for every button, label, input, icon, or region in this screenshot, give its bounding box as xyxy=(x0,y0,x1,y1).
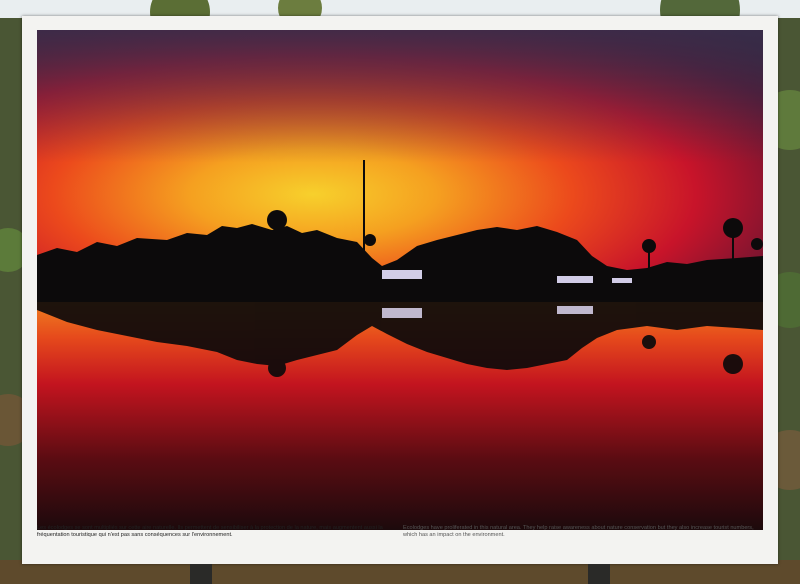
sunset-photograph xyxy=(37,30,763,530)
board-post-left xyxy=(190,564,212,584)
caption-french: Les écolodges se sont multipliés sur cet… xyxy=(37,525,383,539)
caption-area: Les écolodges se sont multipliés sur cet… xyxy=(37,525,763,553)
board-post-right xyxy=(588,564,610,584)
information-board: Les écolodges se sont multipliés sur cet… xyxy=(22,16,778,564)
sunset-lake-scene xyxy=(37,30,763,530)
caption-english: Ecolodges have proliferated in this natu… xyxy=(403,525,754,539)
